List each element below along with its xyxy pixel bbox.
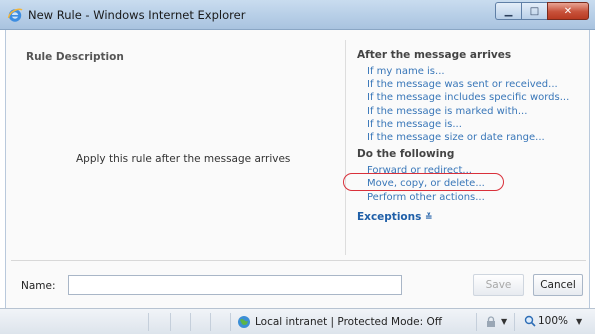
- zoom-magnifier-icon: [524, 315, 536, 327]
- panel-divider: [345, 40, 346, 255]
- status-divider: [210, 313, 211, 331]
- status-divider: [170, 313, 171, 331]
- rule-options-panel: After the message arrives If my name is.…: [357, 49, 587, 223]
- rule-name-input[interactable]: [68, 275, 402, 295]
- security-zone-text: Local intranet | Protected Mode: Off: [255, 316, 443, 328]
- status-divider: [476, 313, 477, 331]
- minimize-icon: ▁: [504, 5, 513, 17]
- close-icon: ✕: [563, 5, 573, 17]
- zoom-level: 100%: [538, 315, 569, 327]
- name-label: Name:: [21, 280, 56, 292]
- status-divider: [190, 313, 191, 331]
- conditions-heading: After the message arrives: [357, 49, 512, 61]
- rule-description-text: Apply this rule after the message arrive…: [76, 153, 291, 165]
- condition-link-sent-received[interactable]: If the message was sent or received...: [357, 78, 587, 91]
- globe-icon: [238, 316, 250, 328]
- condition-link-message-is[interactable]: If the message is...: [357, 118, 587, 131]
- status-divider: [148, 313, 149, 331]
- zoom-dropdown-icon[interactable]: ▼: [576, 317, 582, 326]
- condition-link-specific-words[interactable]: If the message includes specific words..…: [357, 91, 587, 104]
- action-link-other-actions[interactable]: Perform other actions...: [357, 191, 587, 204]
- ie-e-icon: [7, 8, 23, 22]
- security-lock-icon[interactable]: [485, 316, 497, 328]
- maximize-button[interactable]: □: [521, 2, 547, 20]
- forward-redirect-highlight: [343, 173, 504, 191]
- minimize-button[interactable]: ▁: [495, 2, 521, 20]
- actions-heading: Do the following: [357, 148, 455, 161]
- exceptions-toggle[interactable]: Exceptions ≚: [357, 211, 587, 223]
- footer-divider: [11, 260, 586, 261]
- title-bar: New Rule - Windows Internet Explorer ▁ □…: [0, 0, 595, 30]
- exceptions-label: Exceptions: [357, 210, 422, 223]
- status-divider: [514, 313, 515, 331]
- cancel-button[interactable]: Cancel: [533, 274, 583, 296]
- zoom-control[interactable]: 100%: [524, 315, 568, 327]
- rule-description-heading: Rule Description: [26, 51, 124, 63]
- window-controls: ▁ □ ✕: [495, 2, 589, 20]
- save-button[interactable]: Save: [473, 274, 524, 296]
- condition-link-marked-with[interactable]: If the message is marked with...: [357, 105, 587, 118]
- condition-link-size-date[interactable]: If the message size or date range...: [357, 131, 587, 144]
- security-dropdown-icon[interactable]: ▼: [501, 317, 507, 326]
- condition-link-name[interactable]: If my name is...: [357, 65, 587, 78]
- status-divider: [230, 313, 231, 331]
- security-zone-indicator[interactable]: Local intranet | Protected Mode: Off: [237, 315, 442, 329]
- status-bar: Local intranet | Protected Mode: Off ▼ 1…: [0, 308, 595, 334]
- maximize-icon: □: [529, 5, 540, 17]
- new-rule-dialog: Rule Description Apply this rule after t…: [5, 30, 590, 308]
- window-title: New Rule - Windows Internet Explorer: [28, 8, 246, 22]
- close-button[interactable]: ✕: [547, 2, 589, 20]
- chevron-down-icon: ≚: [425, 212, 433, 223]
